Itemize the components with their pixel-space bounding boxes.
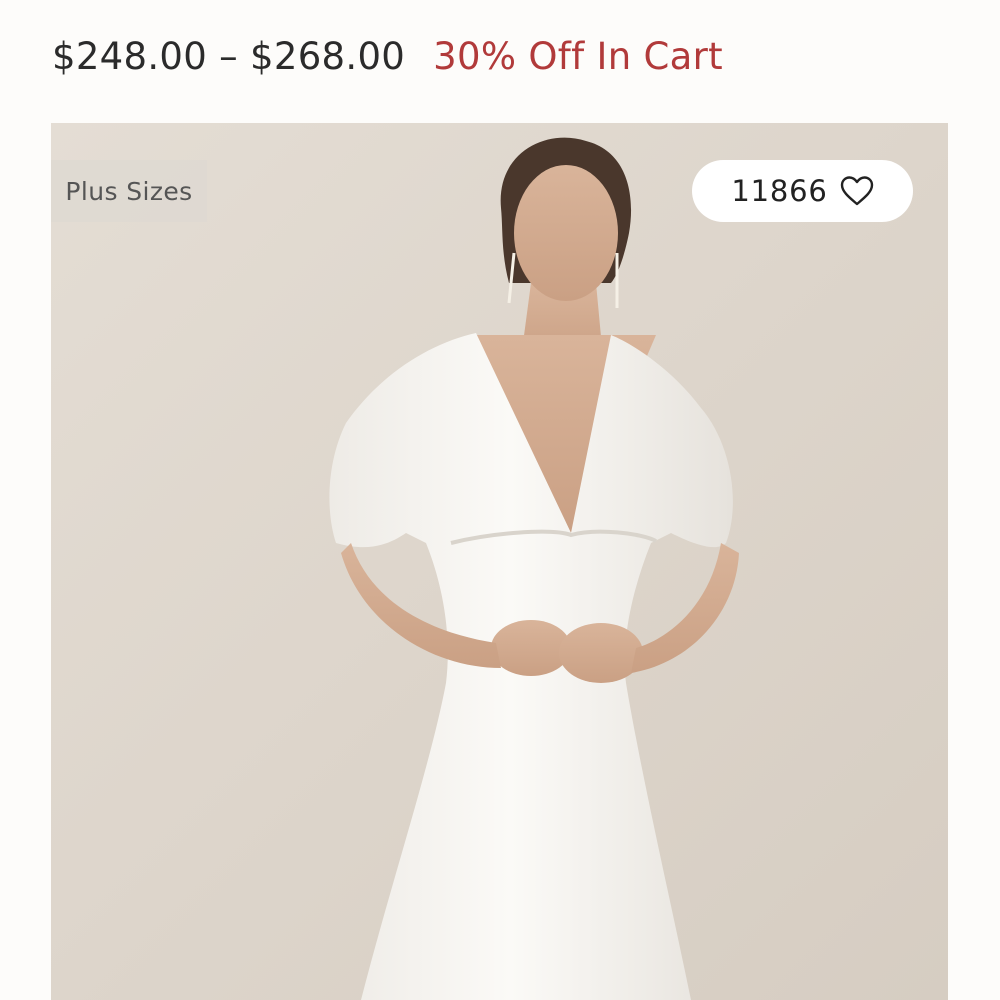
favorites-count: 11866	[731, 174, 828, 208]
heart-outline-icon	[840, 176, 874, 206]
price-range: $248.00 – $268.00	[52, 34, 406, 78]
price-row: $248.00 – $268.00 30% Off In Cart	[52, 28, 723, 84]
promo-label: 30% Off In Cart	[433, 34, 723, 78]
product-photo	[51, 123, 948, 1000]
favorite-button[interactable]: 11866	[692, 160, 913, 222]
plus-sizes-badge: Plus Sizes	[51, 160, 207, 222]
product-image[interactable]	[51, 123, 948, 1000]
